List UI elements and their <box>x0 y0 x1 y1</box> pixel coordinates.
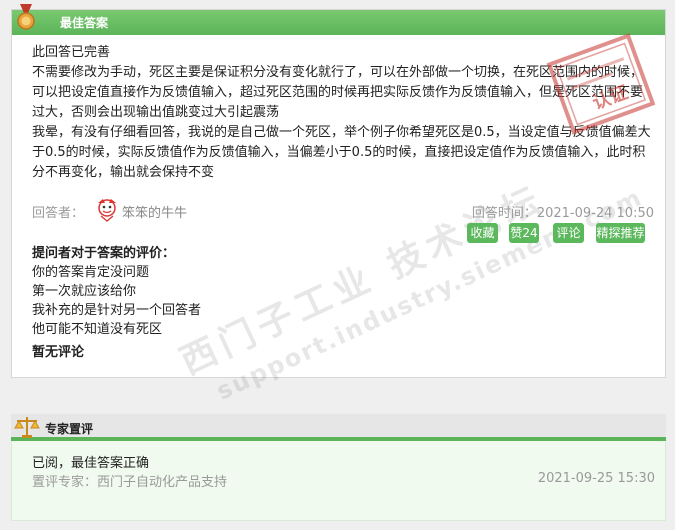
answer-time: 回答时间：2021-09-24 10:50 <box>471 206 654 221</box>
scale-icon <box>14 417 40 438</box>
expert-review-header: 专家置评 <box>11 414 666 441</box>
expert-review-title: 专家置评 <box>45 422 94 436</box>
best-answer-title: 最佳答案 <box>60 16 109 30</box>
answer-meta: 回答者： 笨笨的牛牛 回答时间：2021-09-24 10:50 <box>32 196 654 222</box>
evaluation-line: 我补充的是针对另一个回答者 <box>32 303 202 318</box>
recommend-button[interactable]: 精探推荐 <box>596 223 645 243</box>
medal-icon <box>17 4 35 30</box>
evaluation-title: 提问者对于答案的评价： <box>32 246 176 261</box>
comment-button[interactable]: 评论 <box>553 223 584 243</box>
expert-review-body: 已阅，最佳答案正确 置评专家：西门子自动化产品支持 2021-09-25 15:… <box>11 441 666 521</box>
evaluation-line: 第一次就应该给你 <box>32 284 137 299</box>
like-button[interactable]: 赞24 <box>509 223 539 243</box>
avatar[interactable] <box>94 196 120 222</box>
evaluation-line: 他可能不知道没有死区 <box>32 322 163 337</box>
certification-stamp: 认证 <box>546 33 656 135</box>
expert-verdict: 已阅，最佳答案正确 <box>32 456 150 471</box>
answerer-name[interactable]: 笨笨的牛牛 <box>122 202 187 221</box>
expert-reviewer: 置评专家：西门子自动化产品支持 <box>32 475 228 490</box>
asker-evaluation: 提问者对于答案的评价： 你的答案肯定没问题 第一次就应该给你 我补充的是针对另一… <box>32 244 632 339</box>
favorite-button[interactable]: 收藏 <box>467 223 498 243</box>
best-answer-panel: 最佳答案 此回答已完善 不需要修改为手动，死区主要是保证积分没有变化就行了，可以… <box>11 4 666 406</box>
stamp-label: 认证 <box>590 81 631 114</box>
evaluation-line: 你的答案肯定没问题 <box>32 265 150 280</box>
expert-review-time: 2021-09-25 15:30 <box>537 471 655 486</box>
answerer-label: 回答者： <box>32 206 85 221</box>
no-comment-label: 暂无评论 <box>32 345 85 360</box>
